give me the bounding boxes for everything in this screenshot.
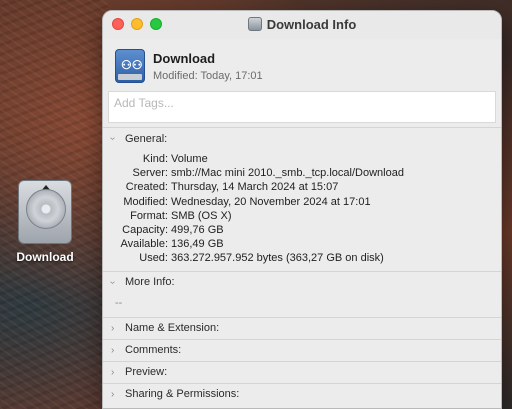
- detail-value: Volume: [171, 153, 208, 165]
- detail-value: 363.272.957.952 bytes (363,27 GB on disk…: [171, 252, 384, 265]
- item-modified: Modified: Today, 17:01: [153, 70, 263, 82]
- window-title-wrap: Download Info: [103, 17, 501, 32]
- chevron-down-icon: ›: [107, 280, 119, 284]
- more-info-section: › More Info: --: [103, 270, 501, 317]
- sharing-title: Sharing & Permissions:: [125, 388, 240, 401]
- name-extension-section: › Name & Extension:: [103, 316, 501, 339]
- detail-value: 136,49 GB: [171, 238, 224, 251]
- chevron-right-icon: ›: [111, 388, 115, 400]
- detail-key: Kind:: [142, 153, 168, 165]
- detail-key: Available:: [120, 238, 169, 251]
- name-extension-title: Name & Extension:: [125, 322, 220, 335]
- info-header: ⚇⚇ Download Modified: Today, 17:01: [103, 39, 501, 91]
- preview-toggle[interactable]: › Preview:: [103, 362, 501, 383]
- detail-key: Used:: [139, 252, 168, 265]
- comments-section: › Comments:: [103, 338, 501, 361]
- more-info-value: --: [115, 296, 123, 309]
- detail-key: Format:: [130, 209, 168, 222]
- detail-row: Capacity: 499,76 GB: [103, 223, 501, 237]
- general-toggle[interactable]: › General:: [103, 128, 501, 149]
- chevron-right-icon: ›: [111, 344, 115, 356]
- detail-value: smb://Mac mini 2010._smb._tcp.local/Down…: [171, 167, 404, 180]
- sharing-section: › Sharing & Permissions:: [103, 382, 501, 405]
- general-details: Kind: Volume Server: smb://Mac mini 2010._…: [103, 149, 501, 271]
- detail-value: 499,76 GB: [171, 224, 224, 237]
- drive-icon: [18, 180, 72, 244]
- chevron-right-icon: ›: [111, 366, 115, 378]
- detail-key: Server:: [132, 167, 168, 180]
- detail-row: Created: Thursday, 14 March 2024 at 15:07: [103, 180, 501, 194]
- window-title: Download Info: [266, 17, 357, 32]
- name-extension-toggle[interactable]: › Name & Extension:: [103, 318, 501, 339]
- detail-value: Wednesday, 20 November 2024 at 17:01: [171, 195, 371, 208]
- detail-row: Used: 363.272.957.952 bytes (363,27 GB on…: [103, 251, 501, 265]
- detail-row: Format: SMB (OS X): [103, 209, 501, 223]
- chevron-right-icon: ›: [111, 322, 115, 334]
- tags-field[interactable]: Add Tags...: [108, 91, 496, 123]
- general-title: General:: [125, 132, 168, 145]
- desktop-icon-label: Download: [16, 250, 74, 264]
- preview-title: Preview:: [125, 366, 168, 379]
- detail-row: Modified: Wednesday, 20 November 2024 at …: [103, 195, 501, 209]
- preview-section: › Preview:: [103, 360, 501, 383]
- desktop-drive-download[interactable]: Download: [10, 180, 80, 264]
- detail-key: Capacity:: [122, 224, 168, 237]
- detail-key: Created:: [125, 181, 168, 194]
- comments-toggle[interactable]: › Comments:: [103, 340, 501, 361]
- detail-row: Available: 136,49 GB: [103, 237, 501, 251]
- detail-row: Server: smb://Mac mini 2010._smb._tcp.loc…: [103, 166, 501, 180]
- network-drive-icon: ⚇⚇: [115, 49, 145, 83]
- chevron-down-icon: ›: [107, 136, 119, 141]
- detail-row: Kind: Volume: [103, 152, 501, 166]
- drive-icon: [247, 17, 262, 31]
- info-window: Download Info ⚇⚇ Download Modified: Toda…: [102, 10, 502, 409]
- sharing-toggle[interactable]: › Sharing & Permissions:: [103, 384, 501, 405]
- more-info-title: More Info:: [125, 276, 175, 289]
- detail-key: Modified:: [123, 195, 168, 208]
- titlebar[interactable]: Download Info: [103, 11, 501, 39]
- comments-title: Comments:: [125, 344, 182, 357]
- more-info-toggle[interactable]: › More Info:: [103, 272, 501, 293]
- item-name: Download: [153, 51, 216, 66]
- detail-value: Thursday, 14 March 2024 at 15:07: [171, 181, 339, 194]
- general-section: › General: Kind: Volume Server: smb://Mac …: [103, 127, 501, 271]
- detail-value: SMB (OS X): [171, 209, 232, 222]
